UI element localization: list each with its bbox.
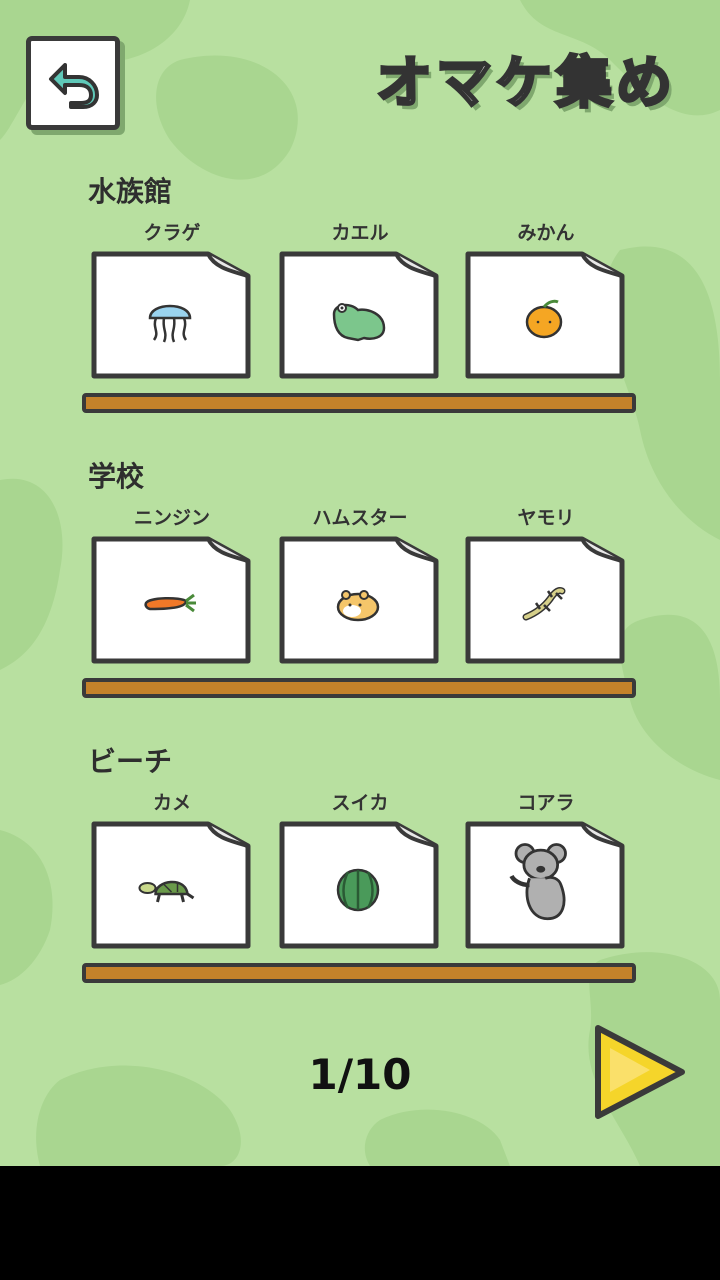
- mandarin-icon: [525, 299, 563, 339]
- item-card[interactable]: [90, 818, 252, 953]
- hamster-icon: [336, 590, 380, 622]
- item-label: スイカ: [331, 792, 389, 814]
- item-label: ハムスター: [312, 507, 408, 529]
- watermelon-icon: [336, 868, 380, 912]
- carrot-icon: [144, 593, 196, 613]
- item-label: カメ: [152, 792, 191, 814]
- section-beach: ビーチ カメ スイカ コアラ: [0, 740, 720, 1000]
- jellyfish-icon: [148, 304, 192, 343]
- item-label: カエル: [331, 222, 389, 244]
- system-navigation-bar: [0, 1166, 720, 1280]
- section-title: ビーチ: [88, 745, 173, 778]
- item-label: ヤモリ: [517, 507, 575, 529]
- shelf: [82, 678, 636, 698]
- item-card[interactable]: [464, 248, 626, 383]
- item-label: みかん: [517, 222, 575, 244]
- back-button[interactable]: [26, 36, 120, 130]
- shelf: [82, 393, 636, 413]
- item-card[interactable]: [278, 248, 440, 383]
- undo-arrow-icon: [49, 63, 99, 109]
- koala-icon: [509, 843, 567, 921]
- item-card[interactable]: [278, 533, 440, 668]
- item-card[interactable]: [464, 533, 626, 668]
- page-indicator: 1/10: [308, 1050, 412, 1099]
- item-label: クラゲ: [143, 222, 201, 244]
- frog-icon: [332, 303, 386, 342]
- section-aquarium: 水族館 クラゲ カエル みかん: [0, 170, 720, 430]
- section-school: 学校 ニンジン ハムスター ヤモリ: [0, 455, 720, 715]
- shelf: [82, 963, 636, 983]
- page-title: オマケ集め: [375, 50, 676, 118]
- item-label: コアラ: [517, 792, 575, 814]
- item-label: ニンジン: [133, 507, 210, 529]
- item-card[interactable]: [90, 248, 252, 383]
- section-title: 水族館: [88, 175, 173, 208]
- section-title: 学校: [88, 460, 145, 493]
- next-page-button[interactable]: [588, 1020, 688, 1124]
- item-card[interactable]: [464, 818, 626, 953]
- item-card[interactable]: [278, 818, 440, 953]
- item-card[interactable]: [90, 533, 252, 668]
- turtle-icon: [138, 880, 195, 903]
- gecko-icon: [522, 587, 566, 621]
